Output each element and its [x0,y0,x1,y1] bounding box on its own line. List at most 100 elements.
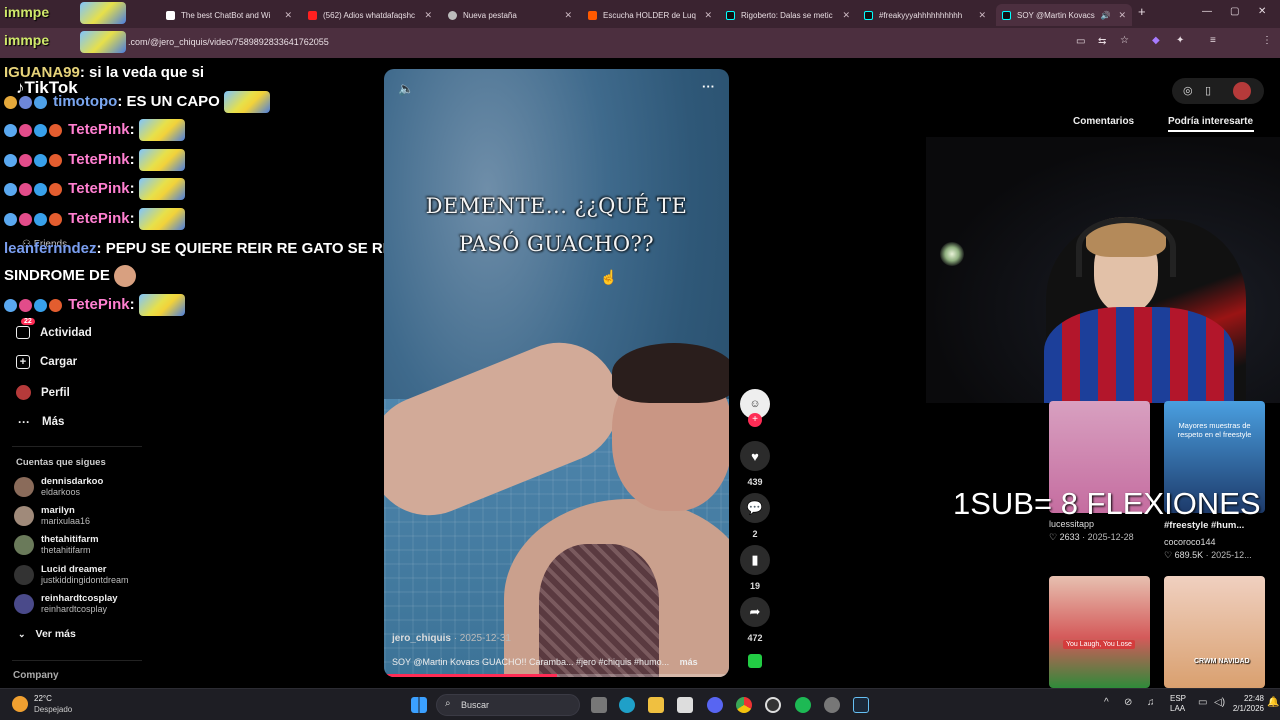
chat-text: : [129,209,135,227]
comment-count: 2 [752,529,758,539]
maximize-button[interactable]: ▢ [1230,6,1239,17]
upload-icon: + [16,355,30,369]
streamer-emote [80,31,126,53]
tab-music[interactable]: Escucha HOLDER de Luq ✕ [582,4,718,26]
video-progress-bar[interactable] [384,674,729,677]
settings-gear-icon[interactable] [824,697,840,713]
tab-new[interactable]: Nueva pestaña ✕ [442,4,578,26]
microphone-icon[interactable]: ♫ [1147,697,1155,708]
language-indicator[interactable]: ESP LAA [1170,694,1186,714]
file-explorer-icon[interactable] [648,697,664,713]
close-tab-icon[interactable]: ✕ [1118,10,1126,21]
tab-tiktok-1[interactable]: Rigoberto: Dalas se metic ✕ [720,4,856,26]
heart-badge-icon [19,153,32,167]
chat-emote-face [114,265,137,287]
sound-disc-icon[interactable] [748,654,762,668]
save-button[interactable]: ▮ 19 [739,545,771,591]
steam-icon[interactable] [853,697,869,713]
store-icon[interactable] [677,697,693,713]
cast-icon[interactable]: ▭ [1076,36,1085,47]
suggested-video[interactable]: You Laugh, You Lose [1049,576,1150,688]
tab-tiktok-2[interactable]: #freakyyyahhhhhhhhhh ✕ [858,4,992,26]
close-tab-icon[interactable]: ✕ [842,10,850,21]
chat-message: TetePink: [4,119,185,141]
device-icon[interactable]: ▯ [1205,84,1211,97]
network-icon[interactable]: ▭ [1198,697,1207,708]
tray-app-icon[interactable]: ⊘ [1124,697,1132,708]
close-tab-icon[interactable]: ✕ [564,10,572,21]
puzzle-icon[interactable]: ✦ [1176,35,1184,46]
tray-chevron-icon[interactable]: ^ [1104,697,1109,708]
suggested-video[interactable]: CRWM NAVIDAD [1164,576,1265,688]
video-author[interactable]: jero_chiquis · 2025-12-31 [392,633,511,644]
user-avatar[interactable] [1233,82,1251,100]
prime-badge-icon [19,95,32,109]
compass-icon[interactable]: ◎ [1183,84,1193,97]
follow-plus-icon[interactable]: + [748,413,762,427]
url-field[interactable]: .com/@jero_chiquis/video/758989283364176… [128,37,329,47]
caption-more-link[interactable]: más [680,657,698,667]
see-more-button[interactable]: ⌄ Ver más [18,628,76,640]
weather-temp[interactable]: 22°C [34,694,52,703]
bookmark-star-icon[interactable]: ☆ [1120,35,1129,46]
following-item[interactable]: marilyn marixulaa16 [14,505,90,527]
share-button[interactable]: ➦ 472 [739,597,771,643]
video-more-icon[interactable]: ··· [702,79,715,94]
sidebar-item-mas[interactable]: ··· Más [16,414,64,430]
following-item[interactable]: thetahitifarm thetahitifarm [14,534,99,556]
spotify-icon[interactable] [795,697,811,713]
following-item[interactable]: reinhardtcosplay reinhardtcosplay [14,593,118,615]
window-light [940,242,964,266]
speaker-icon[interactable]: 🔊 [1101,11,1111,20]
tab-chatbot[interactable]: The best ChatBot and Wi ✕ [160,4,298,26]
sidebar-item-perfil[interactable]: Perfil [16,385,70,400]
following-item[interactable]: dennisdarkoo eldarkoos [14,476,103,498]
close-tab-icon[interactable]: ✕ [284,10,292,21]
sidebar-item-actividad[interactable]: 22 Actividad [16,318,92,339]
close-tab-icon[interactable]: ✕ [704,10,712,21]
tab-tiktok-active[interactable]: SOY @Martin Kovacs 🔊 ✕ [996,4,1132,26]
close-tab-icon[interactable]: ✕ [978,10,986,21]
media-icon[interactable]: ≡ [1210,35,1216,46]
minimize-button[interactable]: — [1202,6,1212,17]
clock[interactable]: 22:48 2/1/2026 [1224,694,1264,714]
task-view-icon[interactable] [591,697,607,713]
extension-icon[interactable]: ◆ [1152,35,1160,46]
volume-icon[interactable]: 🔈 [398,81,414,97]
keyboard-layout: LAA [1170,704,1186,713]
following-item[interactable]: Lucid dreamer justkiddingidontdream [14,564,129,586]
stream-overlay-text: 1SUB= 8 FLEXIONES [953,486,1261,521]
tab-comentarios[interactable]: Comentarios [1073,116,1134,127]
creator-avatar-button[interactable]: ☺ + [739,389,771,427]
sidebar-item-cargar[interactable]: + Cargar [16,355,77,369]
suggested-stats: ♡ 2633 · 2025-12-28 [1049,532,1134,543]
chrome-icon[interactable] [736,697,752,713]
video-caption: SOY @Martin Kovacs GUACHO!! Caramba... #… [392,657,722,667]
weather-icon[interactable] [12,696,28,712]
tab-youtube[interactable]: (562) Adios whatdafaqshc ✕ [302,4,438,26]
heart-icon: ♥ [740,441,770,471]
translate-icon[interactable]: ⇆ [1098,36,1106,47]
company-link[interactable]: Company [13,670,59,681]
windows-start-icon[interactable] [411,697,427,713]
author-name[interactable]: jero_chiquis [392,633,451,644]
notification-badge: 22 [21,318,35,325]
discord-icon[interactable] [707,697,723,713]
like-button[interactable]: ♥ 439 [739,441,771,487]
taskbar-search[interactable]: ⌕ Buscar [436,694,580,716]
close-window-button[interactable]: ✕ [1258,6,1266,17]
gem-badge-icon [34,123,47,137]
comment-button[interactable]: 💬 2 [739,493,771,539]
following-handle: thetahitifarm [41,545,91,555]
edge-icon[interactable] [619,697,635,713]
tab-podria-interesarte[interactable]: Podría interesarte [1168,116,1253,127]
chat-emote [138,208,185,230]
suggested-likes: 689.5K [1174,550,1204,560]
suggested-author[interactable]: cocoroco144 [1164,537,1216,547]
close-tab-icon[interactable]: ✕ [424,10,432,21]
obs-icon[interactable] [765,697,781,713]
video-player[interactable]: 🔈 ··· DEMENTE... ¿¿QUÉ TE PASÓ GUACHO?? … [384,69,729,677]
new-tab-button[interactable]: + [1138,4,1146,19]
menu-icon[interactable]: ⋮ [1262,35,1272,46]
notification-bell-icon[interactable]: 🔔 [1267,697,1279,708]
